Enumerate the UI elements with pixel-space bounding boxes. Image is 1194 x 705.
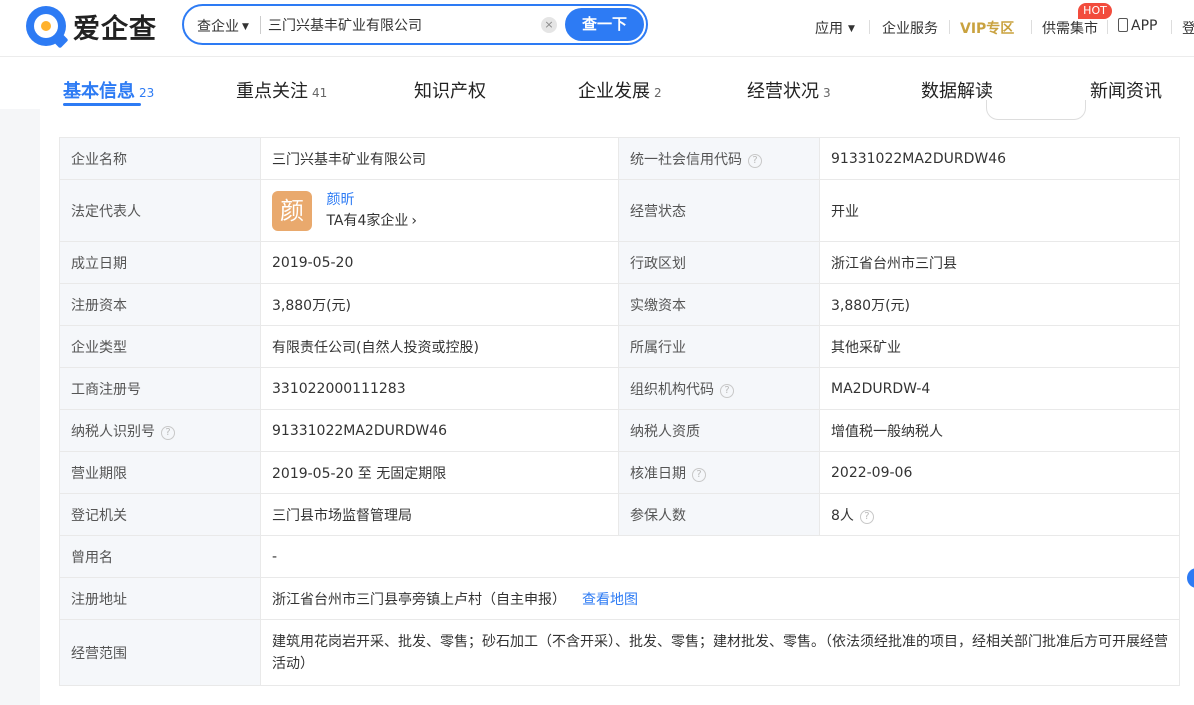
help-icon[interactable]: ? bbox=[692, 467, 706, 482]
table-row: 曾用名 - bbox=[59, 535, 1180, 578]
field-label: 登记机关 bbox=[59, 493, 261, 536]
table-row: 企业名称 三门兴基丰矿业有限公司 统一社会信用代码? 91331022MA2DU… bbox=[59, 137, 1180, 180]
field-label: 成立日期 bbox=[59, 241, 261, 284]
search-type-dropdown[interactable]: 查企业 ▼ bbox=[197, 16, 249, 36]
table-row: 注册地址 浙江省台州市三门县亭旁镇上卢村（自主申报） 查看地图 bbox=[59, 577, 1180, 620]
nav-login[interactable]: 登 bbox=[1182, 18, 1194, 38]
field-label: 经营状态 bbox=[618, 179, 820, 242]
tab-development[interactable]: 企业发展 2 bbox=[578, 77, 662, 103]
help-icon[interactable]: ? bbox=[859, 509, 874, 524]
field-value: 2019-05-20 至 无固定期限 bbox=[260, 451, 619, 494]
field-value: 91331022MA2DURDW46 bbox=[819, 137, 1180, 180]
table-row: 注册资本 3,880万(元) 实缴资本 3,880万(元) bbox=[59, 283, 1180, 326]
view-map-link[interactable]: 查看地图 bbox=[582, 592, 638, 608]
table-row: 经营范围 建筑用花岗岩开采、批发、零售；砂石加工（不含开采）、批发、零售；建材批… bbox=[59, 619, 1180, 686]
business-info-table: 企业名称 三门兴基丰矿业有限公司 统一社会信用代码? 91331022MA2DU… bbox=[59, 137, 1180, 686]
field-value: 浙江省台州市三门县亭旁镇上卢村（自主申报） 查看地图 bbox=[260, 577, 1180, 620]
field-label: 行政区划 bbox=[618, 241, 820, 284]
logo-text: 爱企查 bbox=[73, 13, 157, 45]
field-label: 经营范围 bbox=[59, 619, 261, 686]
chevron-right-icon: › bbox=[411, 212, 418, 229]
field-value: 331022000111283 bbox=[260, 367, 619, 410]
field-value: 2019-05-20 bbox=[260, 241, 619, 284]
nav-divider bbox=[949, 20, 950, 34]
tab-data-analysis[interactable]: 数据解读 bbox=[921, 77, 993, 103]
legal-rep-companies-link[interactable]: TA有4家企业 › bbox=[326, 210, 417, 232]
help-icon[interactable]: ? bbox=[720, 383, 734, 398]
field-value: 浙江省台州市三门县 bbox=[819, 241, 1180, 284]
search-button[interactable]: 查一下 bbox=[565, 8, 644, 41]
caret-down-icon: ▼ bbox=[848, 24, 855, 34]
legal-rep-cell: 颜 颜昕 TA有4家企业 › bbox=[260, 179, 619, 242]
field-label: 统一社会信用代码? bbox=[618, 137, 820, 180]
table-row: 法定代表人 颜 颜昕 TA有4家企业 › 经营状态 开业 bbox=[59, 179, 1180, 242]
avatar[interactable]: 颜 bbox=[272, 190, 312, 231]
field-value: 3,880万(元) bbox=[819, 283, 1180, 326]
caret-down-icon: ▼ bbox=[242, 22, 249, 32]
help-icon[interactable]: ? bbox=[161, 425, 175, 440]
field-value: 91331022MA2DURDW46 bbox=[260, 409, 619, 452]
field-label: 纳税人识别号? bbox=[59, 409, 261, 452]
field-value: 2022-09-06 bbox=[819, 451, 1180, 494]
search-input[interactable] bbox=[268, 13, 528, 37]
field-label: 组织机构代码? bbox=[618, 367, 820, 410]
nav-apps[interactable]: 应用 ▼ bbox=[815, 18, 855, 38]
field-label: 注册资本 bbox=[59, 283, 261, 326]
nav-divider bbox=[1171, 20, 1172, 34]
field-value: - bbox=[260, 535, 1180, 578]
logo-icon bbox=[26, 6, 69, 49]
nav-enterprise-service[interactable]: 企业服务 bbox=[882, 18, 938, 38]
table-row: 纳税人识别号? 91331022MA2DURDW46 纳税人资质 增值税一般纳税… bbox=[59, 409, 1180, 452]
field-value: 8人? bbox=[819, 493, 1180, 536]
table-row: 登记机关 三门县市场监督管理局 参保人数 8人? bbox=[59, 493, 1180, 536]
help-icon[interactable]: ? bbox=[748, 153, 762, 168]
field-value: 其他采矿业 bbox=[819, 325, 1180, 368]
tab-news[interactable]: 新闻资讯 bbox=[1090, 77, 1162, 103]
section-action-button[interactable] bbox=[986, 100, 1086, 120]
field-value: 3,880万(元) bbox=[260, 283, 619, 326]
hot-badge: HOT bbox=[1078, 3, 1112, 19]
search-divider bbox=[260, 16, 261, 34]
field-label: 曾用名 bbox=[59, 535, 261, 578]
nav-vip[interactable]: VIP专区 bbox=[960, 18, 1014, 38]
top-navbar: 爱企查 查企业▼ × 查一下 应用▼ 企业服务 VIP专区 供需集市 HOT A… bbox=[0, 0, 1194, 57]
field-value: 开业 bbox=[819, 179, 1180, 242]
tab-key-focus[interactable]: 重点关注 41 bbox=[236, 77, 327, 103]
tab-operation[interactable]: 经营状况 3 bbox=[747, 77, 831, 103]
field-value: 建筑用花岗岩开采、批发、零售；砂石加工（不含开采）、批发、零售；建材批发、零售。… bbox=[260, 619, 1180, 686]
field-label: 实缴资本 bbox=[618, 283, 820, 326]
table-row: 营业期限 2019-05-20 至 无固定期限 核准日期? 2022-09-06 bbox=[59, 451, 1180, 494]
field-label: 注册地址 bbox=[59, 577, 261, 620]
field-label: 参保人数 bbox=[618, 493, 820, 536]
nav-market[interactable]: 供需集市 bbox=[1042, 18, 1098, 38]
nav-divider bbox=[1031, 20, 1032, 34]
field-label: 营业期限 bbox=[59, 451, 261, 494]
field-label: 核准日期? bbox=[618, 451, 820, 494]
logo[interactable]: 爱企查 bbox=[26, 6, 157, 49]
table-row: 工商注册号 331022000111283 组织机构代码? MA2DURDW-4 bbox=[59, 367, 1180, 410]
field-value: 增值税一般纳税人 bbox=[819, 409, 1180, 452]
field-value: 三门兴基丰矿业有限公司 bbox=[260, 137, 619, 180]
phone-icon bbox=[1118, 18, 1128, 32]
active-tab-indicator bbox=[63, 103, 141, 106]
tab-ip[interactable]: 知识产权 bbox=[414, 77, 486, 103]
table-row: 成立日期 2019-05-20 行政区划 浙江省台州市三门县 bbox=[59, 241, 1180, 284]
field-value: 有限责任公司(自然人投资或控股) bbox=[260, 325, 619, 368]
field-value: MA2DURDW-4 bbox=[819, 367, 1180, 410]
table-row: 企业类型 有限责任公司(自然人投资或控股) 所属行业 其他采矿业 bbox=[59, 325, 1180, 368]
legal-rep-name-link[interactable]: 颜昕 bbox=[326, 190, 417, 210]
field-label: 工商注册号 bbox=[59, 367, 261, 410]
nav-app[interactable]: APP bbox=[1118, 18, 1157, 34]
field-label: 所属行业 bbox=[618, 325, 820, 368]
tab-basic-info[interactable]: 基本信息 23 bbox=[63, 77, 154, 103]
field-label: 纳税人资质 bbox=[618, 409, 820, 452]
nav-divider bbox=[1107, 20, 1108, 34]
clear-icon[interactable]: × bbox=[541, 17, 557, 33]
field-label: 企业类型 bbox=[59, 325, 261, 368]
field-label: 企业名称 bbox=[59, 137, 261, 180]
nav-divider bbox=[869, 20, 870, 34]
field-value: 三门县市场监督管理局 bbox=[260, 493, 619, 536]
search-box: 查企业▼ × 查一下 bbox=[182, 4, 648, 45]
field-label: 法定代表人 bbox=[59, 179, 261, 242]
